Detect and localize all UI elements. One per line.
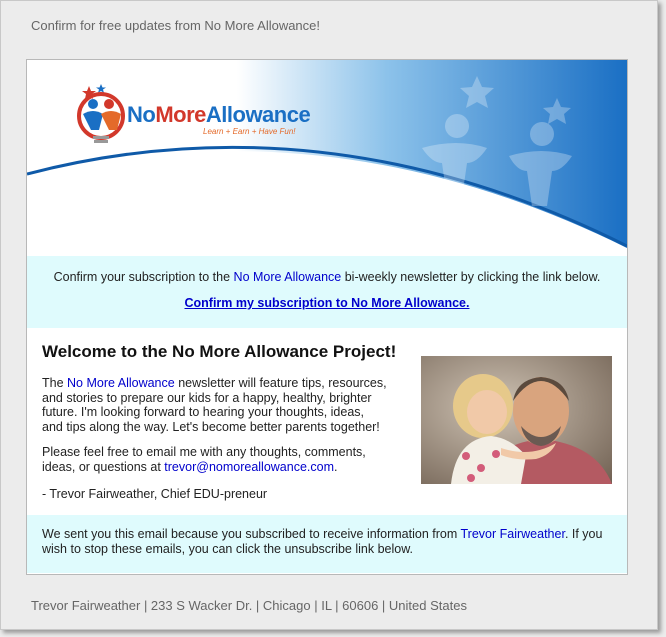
logo[interactable]: NoMoreAllowance Learn + Earn + Have Fun!	[75, 82, 311, 152]
logo-allowance: Allowance	[205, 102, 311, 127]
welcome-paragraph-1: The No More Allowance newsletter will fe…	[42, 376, 387, 434]
logo-bulb-icon	[77, 84, 125, 143]
email-link[interactable]: trevor@nomoreallowance.com	[164, 460, 334, 474]
founder-photo	[421, 356, 612, 484]
signature: - Trevor Fairweather, Chief EDU-preneur	[42, 487, 268, 501]
confirm-section: Confirm your subscription to the No More…	[27, 256, 627, 328]
confirm-text: Confirm your subscription to the No More…	[27, 270, 627, 284]
footer-notice-text: We sent you this email because you subsc…	[42, 527, 612, 557]
logo-no: No	[127, 102, 156, 127]
confirm-text-before: Confirm your subscription to the	[53, 270, 234, 284]
footer-text-before: We sent you this email because you subsc…	[42, 527, 461, 541]
logo-tagline: Learn + Earn + Have Fun!	[203, 127, 296, 136]
preheader-text: Confirm for free updates from No More Al…	[31, 18, 321, 33]
welcome-paragraph-2: Please feel free to email me with any th…	[42, 445, 387, 474]
logo-more: More	[155, 102, 206, 127]
postal-address: Trevor Fairweather | 233 S Wacker Dr. | …	[31, 598, 467, 613]
footer-notice-section: We sent you this email because you subsc…	[27, 515, 627, 573]
welcome-title: Welcome to the No More Allowance Project…	[42, 342, 397, 361]
confirm-text-after: bi-weekly newsletter by clicking the lin…	[341, 270, 601, 284]
confirm-subscription-link[interactable]: Confirm my subscription to No More Allow…	[27, 296, 627, 310]
photo-illustration	[421, 356, 612, 484]
newsletter-link[interactable]: No More Allowance	[234, 270, 342, 284]
p1-newsletter-link[interactable]: No More Allowance	[67, 376, 175, 390]
header-banner: NoMoreAllowance Learn + Earn + Have Fun!	[27, 60, 627, 256]
p2-after: .	[334, 459, 338, 474]
sender-link[interactable]: Trevor Fairweather	[461, 527, 565, 541]
p1-before: The	[42, 376, 68, 390]
email-card: NoMoreAllowance Learn + Earn + Have Fun!…	[26, 59, 628, 575]
logo-wordmark: NoMoreAllowance	[127, 102, 311, 128]
email-frame: Confirm for free updates from No More Al…	[0, 0, 658, 630]
